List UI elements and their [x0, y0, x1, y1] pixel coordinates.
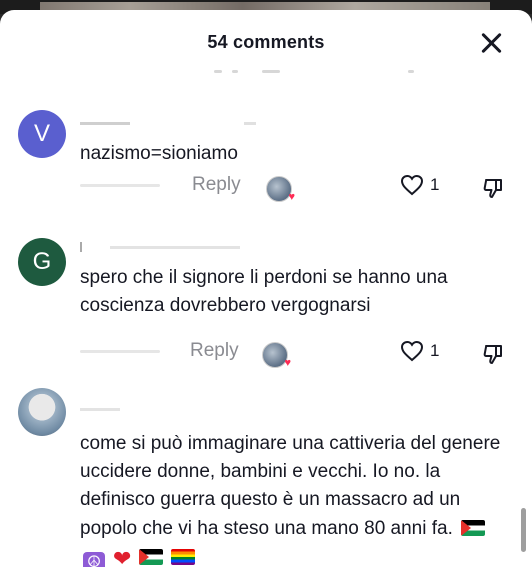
username-obscured[interactable] [80, 114, 257, 131]
username-obscured[interactable] [80, 238, 241, 255]
peace-icon: ☮ [83, 552, 105, 567]
palestine-flag-icon [461, 520, 486, 536]
like-count: 1 [430, 341, 440, 360]
avatar[interactable]: V [18, 110, 66, 158]
avatar[interactable]: G [18, 238, 66, 286]
obscured-text [214, 70, 222, 73]
comments-count-title: 54 comments [207, 32, 325, 52]
reply-button[interactable]: Reply [190, 340, 239, 362]
comment-actions: Reply ♥ 1 [80, 174, 512, 203]
reply-button[interactable]: Reply [192, 174, 241, 196]
obscured-text [262, 70, 280, 73]
scrollbar[interactable] [521, 508, 526, 552]
obscured-text [408, 70, 414, 73]
red-heart-icon: ❤ [113, 546, 132, 567]
comment-text: nazismo=sioniamo [80, 143, 238, 164]
comment-text: come si può immaginare una cattiveria de… [80, 430, 502, 567]
like-count: 1 [430, 175, 440, 194]
avatar[interactable] [18, 388, 66, 436]
like-button[interactable]: 1 [400, 340, 439, 362]
comments-sheet: 54 comments V nazismo=sioniamo Reply ♥ 1 [0, 10, 532, 567]
comment-text: spero che il signore li perdoni se hanno… [80, 267, 448, 316]
timestamp-obscured [80, 184, 160, 187]
rainbow-flag-icon [171, 549, 196, 565]
creator-reaction-icon[interactable]: ♥ [262, 342, 291, 369]
username-obscured[interactable] [80, 400, 120, 417]
like-button[interactable]: 1 [400, 174, 439, 196]
creator-reaction-icon[interactable]: ♥ [266, 176, 295, 203]
comment-text-body: come si può immaginare una cattiveria de… [80, 433, 501, 539]
palestine-flag-icon [139, 549, 164, 565]
timestamp-obscured [80, 350, 160, 353]
heart-outline-icon [400, 340, 424, 362]
comment-actions: Reply ♥ 1 [80, 340, 512, 369]
thumbs-down-icon[interactable] [482, 342, 506, 366]
thumbs-down-icon[interactable] [482, 176, 506, 200]
close-icon[interactable] [478, 30, 504, 56]
comments-header: 54 comments [0, 10, 532, 76]
obscured-text [232, 70, 238, 73]
heart-outline-icon [400, 174, 424, 196]
